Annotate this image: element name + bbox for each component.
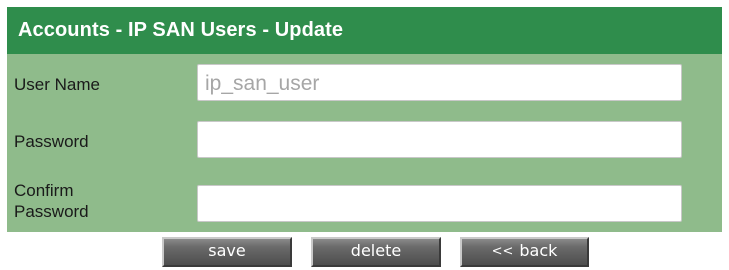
- back-arrow-icon: <<: [491, 244, 514, 259]
- confirm-password-label-line2: Password: [14, 202, 89, 221]
- confirm-password-label-line1: Confirm: [14, 181, 74, 200]
- back-button-label: back: [519, 241, 558, 260]
- panel-title: Accounts - IP SAN Users - Update: [7, 7, 722, 54]
- update-user-panel: Accounts - IP SAN Users - Update User Na…: [7, 7, 722, 232]
- password-field[interactable]: [197, 121, 682, 158]
- password-label: Password: [14, 132, 89, 151]
- confirm-password-field[interactable]: [197, 185, 682, 222]
- user-name-label: User Name: [14, 75, 100, 94]
- delete-button[interactable]: delete: [311, 237, 441, 267]
- back-button[interactable]: << back: [460, 237, 589, 267]
- confirm-password-label: Confirm Password: [14, 180, 89, 222]
- user-name-field[interactable]: [197, 64, 682, 101]
- save-button[interactable]: save: [162, 237, 292, 267]
